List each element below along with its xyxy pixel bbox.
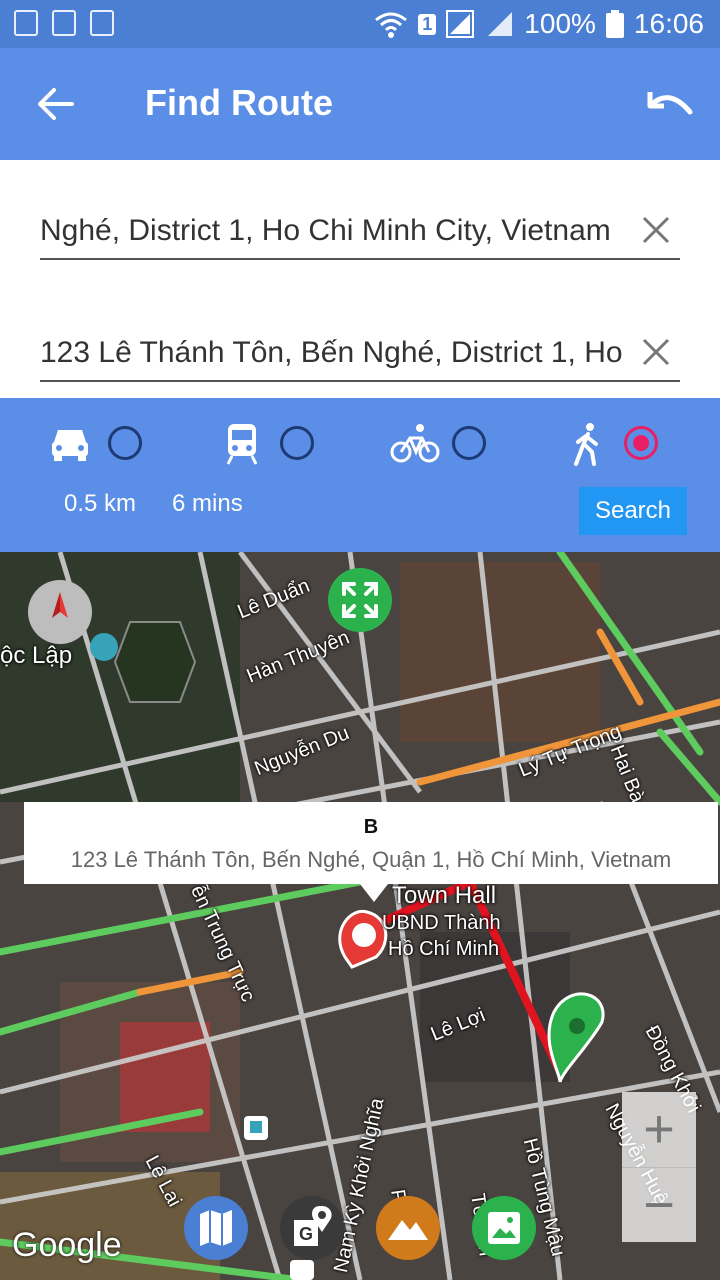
image-icon: [488, 1212, 520, 1244]
gallery-notification-icon: [14, 10, 38, 36]
fullscreen-button[interactable]: [328, 568, 392, 632]
notification-icons: [14, 10, 114, 36]
clock: 16:06: [633, 8, 704, 39]
map-type-button[interactable]: [184, 1196, 248, 1260]
task-notification-icon: [52, 10, 76, 36]
compass-icon: [52, 592, 68, 618]
expand-icon: [342, 582, 378, 618]
map-label-doc-lap: ộc Lập: [0, 642, 73, 669]
car-icon[interactable]: [48, 422, 92, 466]
clear-origin-icon[interactable]: [640, 214, 672, 246]
origin-input[interactable]: Nghé, District 1, Ho Chi Minh City, Viet…: [40, 214, 630, 248]
google-maps-button[interactable]: G: [280, 1196, 344, 1260]
status-bar: 1 100% 16:06: [0, 0, 720, 48]
info-address: 123 Lê Thánh Tôn, Bến Nghé, Quận 1, Hồ C…: [70, 847, 672, 872]
wifi-icon: [375, 12, 408, 38]
undo-icon[interactable]: [646, 86, 694, 122]
walk-icon[interactable]: [566, 422, 610, 466]
map-label-town-hall: Town Hall: [392, 882, 497, 909]
marker-info-window[interactable]: B 123 Lê Thánh Tôn, Bến Nghé, Quận 1, Hồ…: [24, 802, 718, 902]
map-icon: [200, 1210, 232, 1246]
satellite-button[interactable]: [472, 1196, 536, 1260]
zoom-in-button[interactable]: +: [622, 1092, 696, 1167]
car-radio[interactable]: [108, 426, 142, 460]
signal-icon-2: [488, 12, 513, 36]
battery-notification-icon: [90, 10, 114, 36]
signal-icon: [446, 10, 475, 38]
destination-field[interactable]: 123 Lê Thánh Tôn, Bến Nghé, District 1, …: [40, 326, 680, 382]
sim-slot-badge: 1: [418, 13, 437, 35]
map-label-ubnd-line2: Hồ Chí Minh: [388, 938, 500, 960]
page-title: Find Route: [145, 82, 333, 123]
map-view[interactable]: ộc Lập Lê Duẩn Hàn Thuyên Nguyễn Du Lý T…: [0, 552, 720, 1280]
info-title: B: [363, 816, 379, 838]
clear-destination-icon[interactable]: [640, 336, 672, 368]
map-label-ubnd-line1: UBND Thành: [382, 912, 501, 934]
destination-input[interactable]: 123 Lê Thánh Tôn, Bến Nghé, District 1, …: [40, 336, 630, 370]
compass-button[interactable]: [28, 580, 92, 644]
walk-radio[interactable]: [624, 426, 658, 460]
terrain-button[interactable]: [376, 1196, 440, 1260]
route-duration: 6 mins: [172, 490, 243, 517]
google-attribution: Google: [12, 1226, 122, 1264]
search-button[interactable]: Search: [579, 487, 687, 535]
info-window-pointer: [360, 884, 388, 902]
zoom-out-button[interactable]: −: [622, 1167, 696, 1243]
zoom-controls: + −: [622, 1092, 696, 1242]
app-toolbar: Find Route: [0, 48, 720, 160]
battery-icon: [605, 10, 624, 38]
system-indicators: 1 100% 16:06: [374, 8, 704, 40]
train-icon[interactable]: [220, 422, 264, 466]
bicycle-icon[interactable]: [390, 422, 440, 466]
battery-percent: 100%: [524, 8, 596, 39]
google-maps-icon: G: [294, 1206, 332, 1246]
transit-radio[interactable]: [280, 426, 314, 460]
mountain-icon: [388, 1220, 428, 1240]
back-arrow-icon[interactable]: [36, 84, 76, 124]
travel-mode-panel: 0.5 km 6 mins Search: [0, 398, 720, 552]
route-distance: 0.5 km: [64, 490, 137, 517]
bicycle-radio[interactable]: [452, 426, 486, 460]
origin-field[interactable]: Nghé, District 1, Ho Chi Minh City, Viet…: [40, 204, 680, 260]
svg-text:G: G: [299, 1224, 313, 1244]
